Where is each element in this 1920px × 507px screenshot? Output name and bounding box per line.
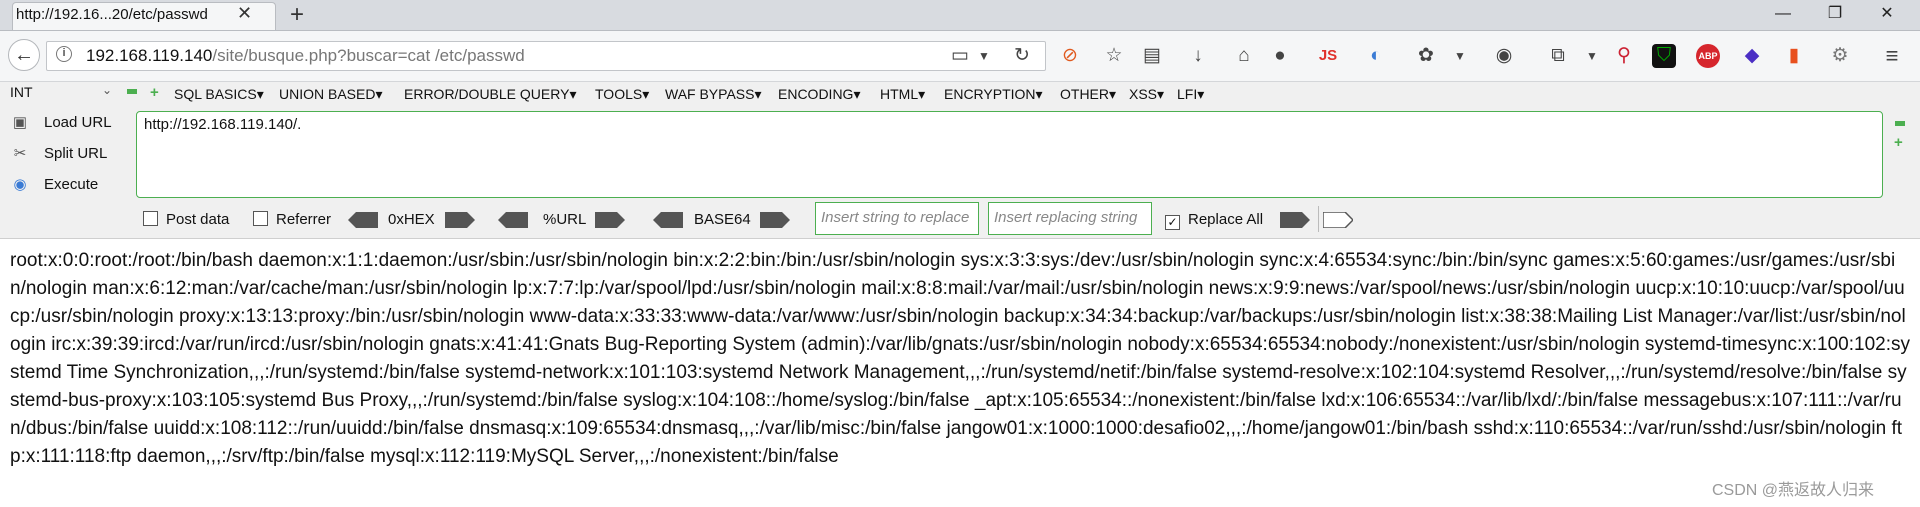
home-icon[interactable]: ⌂: [1232, 44, 1256, 68]
menu-encryption[interactable]: ENCRYPTION▾: [944, 86, 1043, 103]
address-path: /site/busque.php?buscar=cat /etc/passwd: [212, 46, 525, 65]
frame-icon[interactable]: ▮: [1782, 44, 1806, 68]
shrink-icon[interactable]: [1895, 121, 1905, 126]
menu-dropdown-icon[interactable]: ▼: [1448, 44, 1472, 68]
chevron-down-icon: ⌄: [102, 83, 113, 97]
replace-right-arrow-icon[interactable]: [1323, 212, 1353, 228]
minimize-button[interactable]: —: [1760, 0, 1806, 30]
menu-tools[interactable]: TOOLS▾: [595, 86, 649, 103]
int-select-value: INT: [10, 84, 33, 100]
bookmarks-list-icon[interactable]: ▤: [1140, 44, 1164, 68]
base64-encode-arrow-icon[interactable]: [760, 212, 790, 228]
bookmark-star-icon[interactable]: ☆: [1102, 44, 1126, 68]
base64-label: BASE64: [694, 211, 751, 228]
shield-icon[interactable]: ⛉: [1652, 44, 1676, 68]
hex-encode-arrow-icon[interactable]: [445, 212, 475, 228]
screenshot-icon[interactable]: ⧉: [1546, 44, 1570, 68]
replace-string-input[interactable]: Insert string to replace: [815, 202, 979, 235]
download-icon[interactable]: ↓: [1186, 44, 1210, 68]
base64-decode-arrow-icon[interactable]: [653, 212, 683, 228]
split-url-icon: ✂: [13, 145, 27, 162]
menu-union-based[interactable]: UNION BASED▾: [279, 86, 383, 103]
close-window-button[interactable]: ✕: [1864, 0, 1910, 30]
tab-close-icon[interactable]: ✕: [237, 3, 252, 24]
url-decode-arrow-icon[interactable]: [498, 212, 528, 228]
post-data-checkbox[interactable]: Post data: [143, 211, 229, 228]
adblock-icon[interactable]: ABP: [1696, 44, 1720, 68]
referrer-checkbox[interactable]: Referrer: [253, 211, 331, 228]
url-encode-arrow-icon[interactable]: [595, 212, 625, 228]
menu-xss[interactable]: XSS▾: [1129, 86, 1164, 103]
address-host: 192.168.119.140: [86, 46, 213, 65]
restore-button[interactable]: ❐: [1812, 0, 1858, 30]
checkbox-unchecked: [143, 211, 158, 226]
tab-bar: [0, 0, 1920, 31]
menu-other[interactable]: OTHER▾: [1060, 86, 1116, 103]
menu-sql-basics[interactable]: SQL BASICS▾: [174, 86, 264, 103]
int-select[interactable]: INT ⌄: [10, 83, 118, 104]
reload-icon[interactable]: ↻: [1010, 44, 1034, 68]
execute-icon: ◉: [13, 176, 27, 193]
menu-lfi[interactable]: LFI▾: [1177, 86, 1204, 103]
options-divider: [1318, 206, 1319, 232]
palette-icon[interactable]: ✿: [1414, 44, 1438, 68]
passwd-output: root:x:0:0:root:/root:/bin/bash daemon:x…: [10, 250, 1910, 467]
hex-label: 0xHEX: [388, 211, 435, 228]
address-text[interactable]: 192.168.119.140/site/busque.php?buscar=c…: [86, 46, 525, 66]
url-encode-label: %URL: [543, 211, 587, 228]
minus-icon[interactable]: [127, 89, 137, 94]
noscript-icon[interactable]: ⊘: [1058, 44, 1082, 68]
info-icon[interactable]: i: [56, 46, 72, 62]
new-tab-icon[interactable]: +: [290, 0, 304, 30]
load-url-icon: ▣: [12, 114, 28, 131]
plus-icon[interactable]: +: [150, 84, 159, 101]
execute-button[interactable]: ◉ Execute: [10, 175, 98, 193]
replacing-string-input[interactable]: Insert replacing string: [988, 202, 1152, 235]
layers-icon[interactable]: ◆: [1740, 44, 1764, 68]
menu-waf-bypass[interactable]: WAF BYPASS▾: [665, 86, 762, 103]
search-plugin-icon[interactable]: ⚲: [1612, 44, 1636, 68]
hex-decode-arrow-icon[interactable]: [348, 212, 378, 228]
split-url-button[interactable]: ✂ Split URL: [10, 144, 108, 162]
load-url-button[interactable]: ▣ Load URL: [10, 113, 112, 131]
dropdown-icon[interactable]: ▼: [972, 44, 996, 68]
screenshot-dropdown-icon[interactable]: ▼: [1580, 44, 1604, 68]
replace-left-arrow-icon[interactable]: [1280, 212, 1310, 228]
expand-icon[interactable]: +: [1894, 134, 1903, 151]
hackbar-url-text: http://192.168.119.140/.: [144, 116, 302, 133]
menu-html[interactable]: HTML▾: [880, 86, 925, 103]
hackbar-url-textarea[interactable]: [136, 111, 1883, 198]
globe-icon[interactable]: ●: [1268, 44, 1292, 68]
back-arrow-icon[interactable]: ←: [8, 39, 40, 71]
replace-all-checkbox[interactable]: ✓ Replace All: [1165, 211, 1263, 230]
checkbox-unchecked: [253, 211, 268, 226]
watermark: CSDN @燕返故人归来: [1712, 482, 1875, 499]
js-toggle-icon[interactable]: JS: [1316, 44, 1340, 68]
gear-icon[interactable]: ⚙: [1828, 44, 1852, 68]
checkbox-checked: ✓: [1165, 215, 1180, 230]
reader-view-icon[interactable]: ▭: [948, 44, 972, 68]
hat-icon[interactable]: ◉: [1492, 44, 1516, 68]
translate-icon[interactable]: ◐: [1364, 44, 1388, 68]
menu-encoding[interactable]: ENCODING▾: [778, 86, 860, 103]
menu-error-double-query[interactable]: ERROR/DOUBLE QUERY▾: [404, 86, 576, 103]
hamburger-menu-icon[interactable]: ≡: [1880, 44, 1904, 68]
tab-title: http://192.16...20/etc/passwd: [16, 6, 208, 23]
